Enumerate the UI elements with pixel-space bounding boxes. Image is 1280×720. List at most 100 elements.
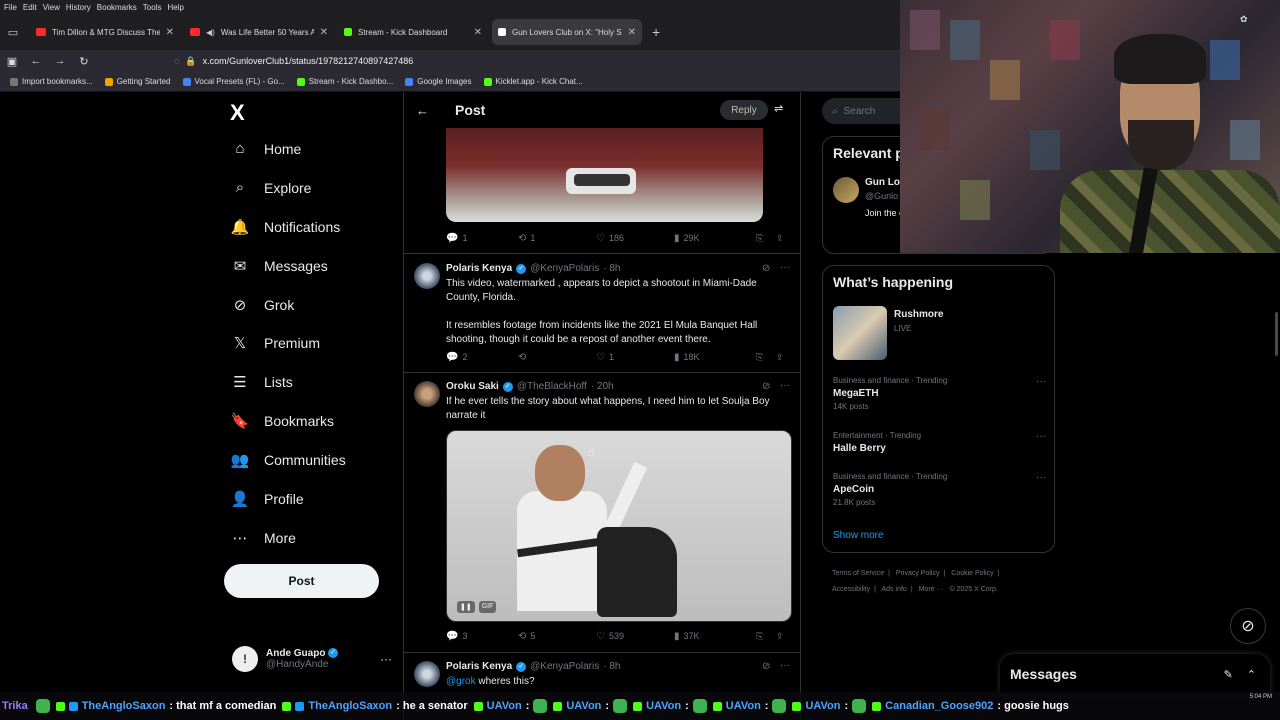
sidebar-item-profile[interactable]: 👤 Profile [230, 490, 304, 508]
reply-button[interactable]: Reply [720, 100, 768, 120]
speaker-icon[interactable]: ◀) [206, 28, 215, 37]
like-action[interactable]: ♡ 1 [596, 352, 674, 363]
more-options-icon[interactable]: ··· [780, 380, 790, 391]
bookmark-kick-dashboard[interactable]: Stream - Kick Dashbo... [296, 77, 393, 86]
reload-icon[interactable]: ↻ [72, 55, 96, 68]
bookmark-getting-started[interactable]: Getting Started [104, 77, 171, 86]
timestamp[interactable]: · 20h [591, 381, 614, 392]
back-icon[interactable]: ← [24, 55, 48, 67]
share-icon[interactable]: ⇪ [776, 631, 784, 642]
mention-link[interactable]: @grok [446, 676, 476, 687]
menu-view[interactable]: View [43, 3, 66, 12]
settings-sliders-icon[interactable]: ⇌ [774, 102, 783, 115]
bookmark-icon[interactable]: ⎘ [756, 233, 776, 244]
menu-help[interactable]: Help [167, 3, 189, 12]
sidebar-item-notifications[interactable]: 🔔 Notifications [230, 218, 341, 236]
trend-item[interactable]: Business and finance · Trending ApeCoin … [833, 472, 1046, 507]
avatar[interactable] [414, 381, 440, 407]
sidebar-item-home[interactable]: ⌂ Home [230, 140, 301, 157]
url-bar[interactable]: ◌ 🔒 x.com/GunloverClub1/status/197821274… [166, 52, 856, 70]
grok-fab-button[interactable]: ⊘ [1230, 608, 1266, 644]
search-input[interactable]: ⌕ Search [822, 98, 912, 124]
like-action[interactable]: ♡ 186 [596, 233, 674, 244]
close-icon[interactable]: ✕ [474, 27, 482, 38]
sidebar-item-premium[interactable]: 𝕏 Premium [230, 334, 320, 352]
views-action[interactable]: ▮ 37K [674, 631, 756, 642]
tab-youtube-2[interactable]: ◀) Was Life Better 50 Years Ag ✕ [184, 19, 334, 45]
shield-icon[interactable]: ◌ [174, 56, 179, 66]
repost-action[interactable]: ⟲ 5 [518, 631, 596, 642]
avatar[interactable] [414, 661, 440, 687]
footer-privacy[interactable]: Privacy Policy [896, 570, 940, 577]
close-icon[interactable]: ✕ [320, 27, 328, 38]
timestamp[interactable]: · 8h [603, 661, 620, 672]
expand-icon[interactable]: ⌃ [1247, 668, 1256, 681]
post-button[interactable]: Post [224, 564, 379, 598]
author-handle[interactable]: @KenyaPolaris [530, 661, 599, 672]
repost-action[interactable]: ⟲ [518, 352, 596, 363]
tab-kick[interactable]: Stream - Kick Dashboard ✕ [338, 19, 488, 45]
forward-icon[interactable]: → [48, 55, 72, 67]
grok-icon[interactable]: ⊘ [762, 661, 770, 672]
trend-item[interactable]: Business and finance · Trending MegaETH … [833, 376, 1046, 411]
close-icon[interactable]: ✕ [166, 27, 174, 38]
bookmark-import[interactable]: Import bookmarks... [10, 77, 93, 86]
sidebar-item-communities[interactable]: 👥 Communities [230, 451, 346, 469]
person-handle[interactable]: @Gunlo [865, 191, 898, 201]
grok-icon[interactable]: ⊘ [762, 381, 770, 392]
sidebar-item-explore[interactable]: ⌕ Explore [230, 179, 312, 196]
author-handle[interactable]: @TheBlackHoff [517, 381, 587, 392]
more-options-icon[interactable]: ··· [1036, 376, 1046, 387]
avatar[interactable] [833, 177, 859, 203]
scrollbar-thumb[interactable] [1275, 312, 1278, 356]
like-action[interactable]: ♡ 539 [596, 631, 674, 642]
sidebar-item-more[interactable]: ⋯ More [230, 529, 296, 547]
more-options-icon[interactable]: ··· [1036, 431, 1046, 442]
repost-action[interactable]: ⟲ 1 [518, 233, 596, 244]
trend-item[interactable]: Entertainment · Trending Halle Berry ··· [833, 431, 1046, 454]
compose-message-icon[interactable]: ✎ [1224, 668, 1233, 681]
tab-youtube-1[interactable]: Tim Dillon & MTG Discuss The E ✕ [30, 19, 180, 45]
new-tab-icon[interactable]: + [652, 24, 660, 40]
tweet-media-video[interactable] [446, 128, 763, 222]
avatar[interactable] [414, 263, 440, 289]
messages-drawer[interactable]: Messages ✎ ⌃ [1000, 654, 1270, 694]
url-text[interactable]: x.com/GunloverClub1/status/1978212740897… [203, 56, 414, 66]
author-name[interactable]: Polaris Kenya [446, 661, 512, 672]
reply-action[interactable]: 💬 1 [446, 233, 518, 244]
reply-action[interactable]: 💬 3 [446, 631, 518, 642]
tab-x-active[interactable]: Gun Lovers Club on X: "Holy Sh ✕ [492, 19, 642, 45]
bookmark-icon[interactable]: ⎘ [756, 631, 776, 642]
back-arrow-icon[interactable]: ← [416, 103, 429, 118]
bookmark-google-images[interactable]: Google Images [405, 77, 472, 86]
more-options-icon[interactable]: ··· [1036, 472, 1046, 483]
bookmark-kicklet[interactable]: Kicklet.app - Kick Chat... [483, 77, 583, 86]
grok-icon[interactable]: ⊘ [762, 263, 770, 274]
menu-file[interactable]: File [4, 3, 23, 12]
event-thumbnail[interactable] [833, 306, 887, 360]
footer-accessibility[interactable]: Accessibility [832, 586, 870, 593]
tweet-gif[interactable]: ❚❚ GIF [446, 430, 792, 622]
author-name[interactable]: Oroku Saki [446, 381, 499, 392]
show-more-link[interactable]: Show more [833, 530, 884, 541]
views-action[interactable]: ▮ 18K [674, 352, 756, 363]
author-name[interactable]: Polaris Kenya [446, 263, 512, 274]
sidebar-item-messages[interactable]: ✉ Messages [230, 257, 328, 275]
footer-more[interactable]: More ··· [919, 586, 944, 593]
more-options-icon[interactable]: ··· [780, 262, 790, 273]
menu-tools[interactable]: Tools [143, 3, 168, 12]
menu-bookmarks[interactable]: Bookmarks [97, 3, 143, 12]
views-action[interactable]: ▮ 29K [674, 233, 756, 244]
footer-cookie[interactable]: Cookie Policy [951, 570, 993, 577]
timestamp[interactable]: · 8h [603, 263, 620, 274]
close-icon[interactable]: ✕ [628, 27, 636, 38]
x-logo-icon[interactable]: X [230, 100, 245, 126]
more-options-icon[interactable]: ··· [780, 660, 790, 671]
menu-history[interactable]: History [66, 3, 97, 12]
author-handle[interactable]: @KenyaPolaris [530, 263, 599, 274]
sidebar-item-grok[interactable]: ⊘ Grok [230, 296, 295, 314]
bookmark-vocal-presets[interactable]: Vocal Presets (FL) - Go... [182, 77, 285, 86]
bookmark-icon[interactable]: ⎘ [756, 352, 776, 363]
event-title[interactable]: Rushmore [894, 309, 943, 320]
sidebar-toggle-icon[interactable]: ▣ [0, 55, 24, 68]
